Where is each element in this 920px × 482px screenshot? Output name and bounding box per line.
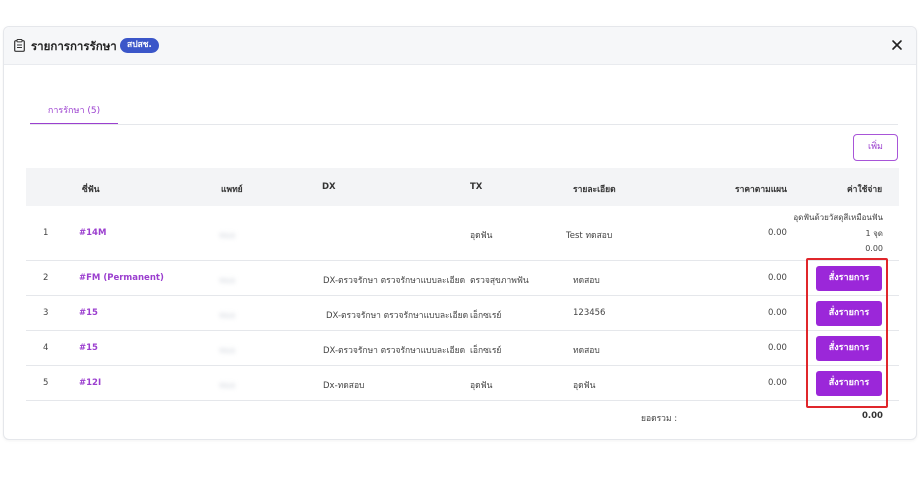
row-number: 2 bbox=[43, 273, 49, 283]
table-row: 5 #12I หมอ Dx-ทดสอบ อุดฟัน อุดฟัน 0.00 ส… bbox=[26, 366, 899, 401]
modal-title: รายการการรักษา bbox=[31, 39, 117, 53]
col-cost: ค่าใช้จ่าย bbox=[847, 185, 883, 195]
add-button[interactable]: เพิ่ม bbox=[853, 134, 898, 161]
col-tooth: ซี่ฟัน bbox=[82, 185, 100, 195]
tooth-number: #15 bbox=[79, 343, 98, 353]
close-icon[interactable] bbox=[890, 38, 904, 52]
table-row: 4 #15 หมอ DX-ตรวจรักษา ตรวจรักษาแบบละเอี… bbox=[26, 331, 899, 366]
tooth-number: #12I bbox=[79, 378, 102, 388]
doctor-name: หมอ bbox=[219, 276, 236, 286]
tx-text: อุดฟัน bbox=[470, 381, 493, 391]
total-label: ยอดรวม : bbox=[641, 414, 678, 424]
col-price: ราคาตามแผน bbox=[735, 185, 787, 195]
order-button[interactable]: สั่งรายการ bbox=[816, 336, 882, 361]
cost-detail: อุดฟันด้วยวัสดุสีเหมือนฟัน 1 จุด 0.00 bbox=[793, 210, 883, 257]
order-button[interactable]: สั่งรายการ bbox=[816, 371, 882, 396]
modal-header: รายการการรักษา สปสช. bbox=[4, 27, 916, 65]
tab-treatments[interactable]: การรักษา (5) bbox=[30, 97, 118, 125]
plan-price: 0.00 bbox=[768, 308, 787, 318]
table-row: 3 #15 หมอ DX-ตรวจรักษา ตรวจรักษาแบบละเอี… bbox=[26, 296, 899, 331]
col-doctor: แพทย์ bbox=[221, 185, 243, 195]
row-number: 1 bbox=[43, 228, 49, 238]
detail-text: 123456 bbox=[573, 308, 606, 318]
table-row: 1 #14M หมอ อุดฟัน Test ทดสอบ 0.00 อุดฟัน… bbox=[26, 207, 899, 261]
clipboard-icon bbox=[14, 39, 25, 52]
cost-line: อุดฟันด้วยวัสดุสีเหมือนฟัน bbox=[793, 213, 883, 222]
plan-price: 0.00 bbox=[768, 228, 787, 238]
cost-line: 1 จุด bbox=[865, 228, 883, 238]
cost-line: 0.00 bbox=[865, 244, 883, 253]
tooth-number: #15 bbox=[79, 308, 98, 318]
doctor-name: หมอ bbox=[219, 231, 236, 241]
plan-price: 0.00 bbox=[768, 273, 787, 283]
total-value: 0.00 bbox=[862, 411, 883, 421]
tooth-number: #14M bbox=[79, 228, 107, 238]
tx-text: เอ็กซเรย์ bbox=[470, 311, 502, 321]
row-number: 3 bbox=[43, 308, 49, 318]
tx-text: อุดฟัน bbox=[470, 231, 493, 241]
detail-text: อุดฟัน bbox=[573, 381, 596, 391]
treatment-modal: รายการการรักษา สปสช. การรักษา (5) เพิ่ม … bbox=[3, 26, 917, 440]
dx-text: DX-ตรวจรักษา ตรวจรักษาแบบละเอียด bbox=[323, 276, 466, 286]
tx-text: ตรวจสุขภาพฟัน bbox=[470, 276, 529, 286]
dx-text: DX-ตรวจรักษา ตรวจรักษาแบบละเอียด bbox=[326, 311, 469, 321]
table-row: 2 #FM (Permanent) หมอ DX-ตรวจรักษา ตรวจร… bbox=[26, 261, 899, 296]
scheme-badge: สปสช. bbox=[120, 38, 159, 53]
detail-text: Test ทดสอบ bbox=[566, 231, 613, 241]
doctor-name: หมอ bbox=[219, 346, 236, 356]
order-button[interactable]: สั่งรายการ bbox=[816, 266, 882, 291]
order-button[interactable]: สั่งรายการ bbox=[816, 301, 882, 326]
tx-text: เอ็กซเรย์ bbox=[470, 346, 502, 356]
col-dx: DX bbox=[322, 182, 336, 192]
col-tx: TX bbox=[470, 182, 483, 192]
tooth-number: #FM (Permanent) bbox=[79, 273, 164, 283]
plan-price: 0.00 bbox=[768, 343, 787, 353]
table-header: ซี่ฟัน แพทย์ DX TX รายละเอียด ราคาตามแผน… bbox=[26, 168, 899, 206]
row-number: 4 bbox=[43, 343, 49, 353]
dx-text: Dx-ทดสอบ bbox=[323, 381, 365, 391]
col-detail: รายละเอียด bbox=[573, 185, 616, 195]
doctor-name: หมอ bbox=[219, 311, 236, 321]
detail-text: ทดสอบ bbox=[573, 276, 600, 286]
row-number: 5 bbox=[43, 378, 49, 388]
plan-price: 0.00 bbox=[768, 378, 787, 388]
detail-text: ทดสอบ bbox=[573, 346, 600, 356]
tab-divider bbox=[30, 124, 898, 125]
dx-text: DX-ตรวจรักษา ตรวจรักษาแบบละเอียด bbox=[323, 346, 466, 356]
doctor-name: หมอ bbox=[219, 381, 236, 391]
